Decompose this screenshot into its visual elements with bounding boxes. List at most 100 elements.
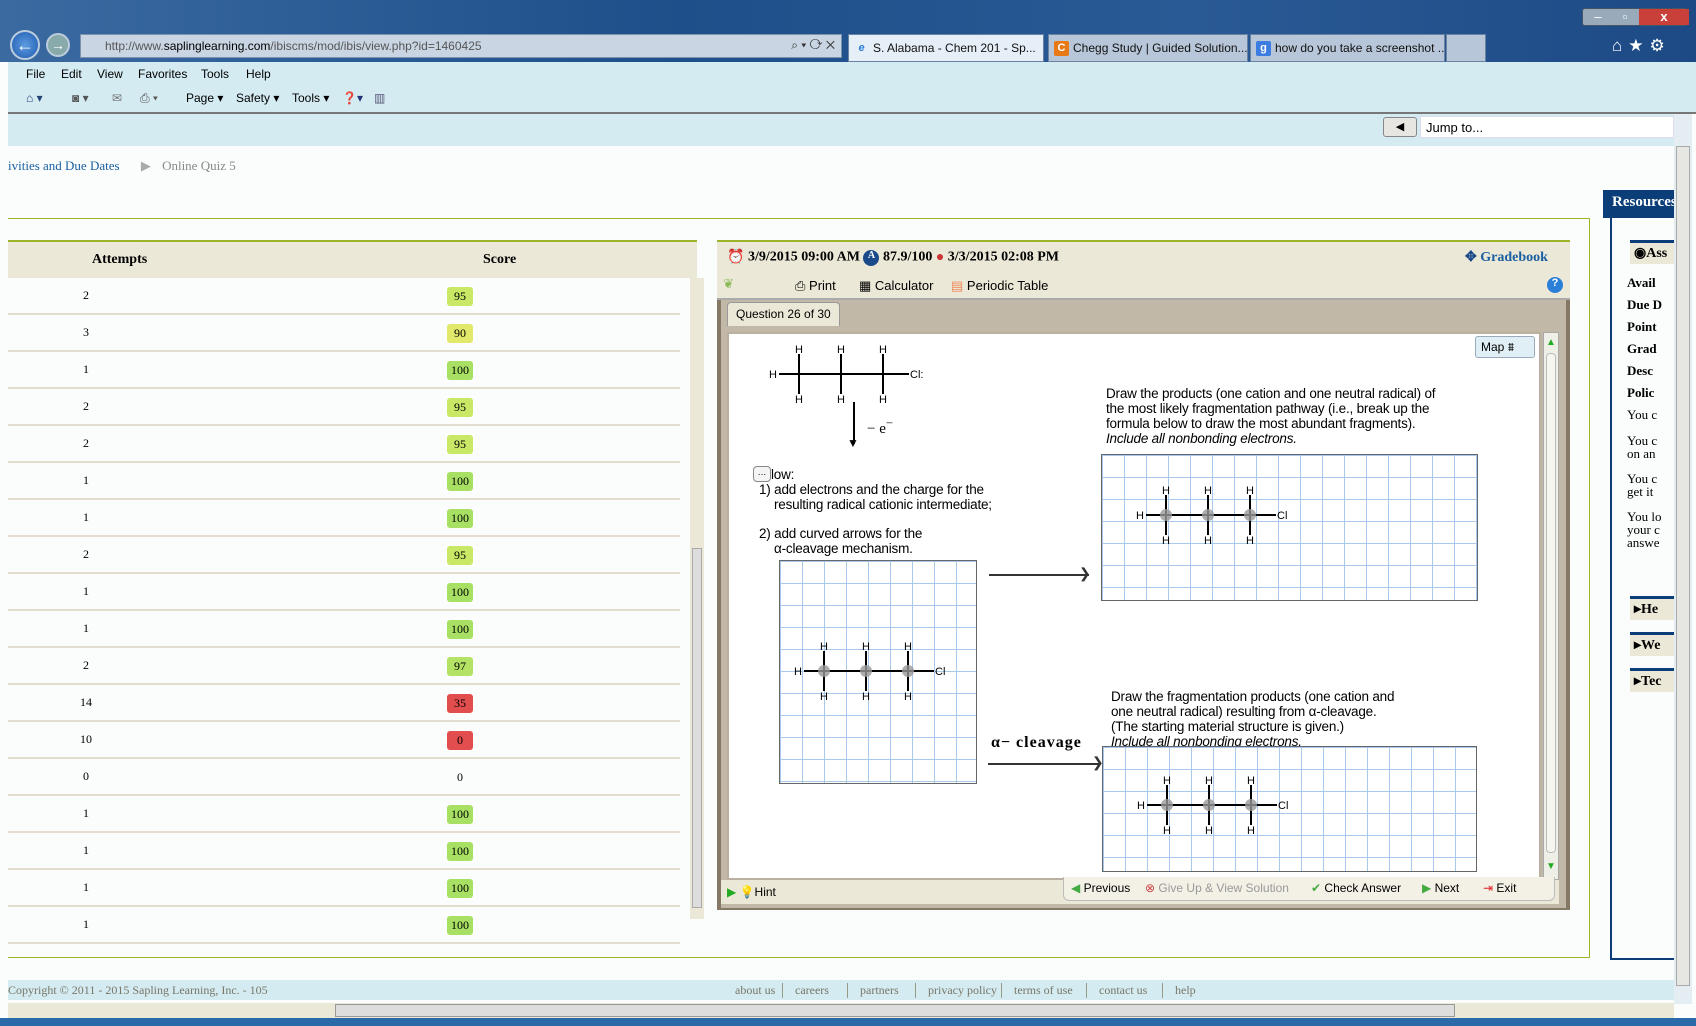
- comment-icon[interactable]: …: [753, 466, 771, 482]
- footer-link[interactable]: careers: [782, 983, 829, 998]
- resource-text: get it: [1627, 485, 1654, 499]
- hydrogen-atom: H: [1204, 535, 1212, 545]
- footer-link[interactable]: terms of use: [1001, 983, 1073, 998]
- footer-link[interactable]: privacy policy: [915, 983, 997, 998]
- menu-tools[interactable]: Tools: [201, 67, 229, 81]
- back-button[interactable]: ←: [10, 30, 40, 60]
- alpha-cleavage-label: α− cleavage: [991, 734, 1082, 751]
- down-arrowhead: ▼: [847, 436, 859, 450]
- minimize-button[interactable]: –: [1583, 9, 1613, 24]
- gradebook-link[interactable]: ✥ Gradebook: [1465, 249, 1548, 266]
- next-icon: ▶: [1422, 881, 1432, 895]
- hydrogen-atom: H: [1136, 510, 1144, 522]
- scroll-thumb[interactable]: [1546, 353, 1556, 853]
- footer-link[interactable]: help: [1162, 983, 1196, 998]
- breadcrumb-current: Online Quiz 5: [162, 158, 236, 173]
- tab-sapling[interactable]: e S. Alabama - Chem 201 - Sp...: [848, 34, 1044, 62]
- score-badge: 95: [447, 546, 473, 565]
- research-icon[interactable]: ▥: [374, 91, 385, 105]
- resource-text: You lo: [1627, 510, 1662, 524]
- scroll-down-icon[interactable]: ▼: [1546, 861, 1556, 872]
- score-badge: 97: [447, 657, 473, 676]
- previous-button[interactable]: ◀ Previous: [1071, 881, 1130, 895]
- table-row: 2 95: [8, 278, 680, 315]
- hint-button[interactable]: ▶ 💡Hint: [727, 885, 776, 899]
- attempts-cell: 14: [80, 695, 92, 709]
- close-button[interactable]: x: [1639, 9, 1689, 25]
- next-button[interactable]: ▶ Next: [1422, 881, 1459, 895]
- feeds-icon[interactable]: ◙ ▾: [72, 91, 89, 105]
- check-answer-button[interactable]: ✔ Check Answer: [1311, 881, 1401, 895]
- lightbulb-icon: 💡: [739, 885, 755, 899]
- menu-edit[interactable]: Edit: [61, 67, 82, 81]
- calculator-button[interactable]: ▦ Calculator: [859, 278, 933, 294]
- score-badge: 100: [447, 916, 473, 935]
- score-badge: 100: [447, 583, 473, 602]
- question-scrollbar[interactable]: ▲ ▼: [1543, 332, 1559, 880]
- tab-chegg[interactable]: C Chegg Study | Guided Solution...: [1048, 34, 1248, 62]
- page-menu[interactable]: Page ▾: [186, 91, 223, 105]
- home-icon[interactable]: ⌂ ▾: [26, 91, 43, 105]
- print-icon[interactable]: ⎙ ▾: [140, 91, 158, 106]
- drawing-canvas-products[interactable]: H H H H H H H Cl: [1101, 454, 1478, 601]
- drawing-canvas-cleavage[interactable]: H H H H H H H Cl: [1102, 746, 1477, 872]
- tab-google[interactable]: g how do you take a screenshot ...: [1250, 34, 1445, 62]
- breadcrumb-activities[interactable]: ivities and Due Dates: [8, 158, 120, 173]
- attempts-cell: 1: [83, 473, 89, 487]
- mail-icon[interactable]: ✉: [112, 91, 122, 105]
- exit-button[interactable]: ⇥ Exit: [1483, 881, 1516, 895]
- resource-section[interactable]: ▸Tec: [1630, 668, 1674, 692]
- jump-back-button[interactable]: ◀: [1383, 117, 1417, 137]
- hscroll-thumb[interactable]: [335, 1004, 1455, 1017]
- safety-menu[interactable]: Safety ▾: [236, 91, 279, 105]
- resource-section[interactable]: ▸He: [1630, 596, 1674, 620]
- resource-label: Desc: [1627, 364, 1653, 378]
- page-scroll-thumb[interactable]: [1676, 146, 1690, 986]
- search-refresh-stop-icons[interactable]: ⌕ ▾ ⟳ ✕: [791, 38, 835, 53]
- give-up-button[interactable]: ⊗ Give Up & View Solution: [1145, 881, 1289, 895]
- print-button[interactable]: ⎙ Print: [795, 278, 836, 294]
- forward-button[interactable]: →: [46, 33, 70, 57]
- molecule: H H H H H H H Cl: [1136, 485, 1287, 545]
- menu-view[interactable]: View: [97, 67, 123, 81]
- tools-menu[interactable]: Tools ▾: [292, 91, 329, 105]
- grade-icon: A: [863, 249, 880, 266]
- section-assignment[interactable]: ◉Ass: [1630, 240, 1674, 264]
- question-tab[interactable]: Question 26 of 30: [727, 302, 840, 326]
- drawing-canvas-intermediate[interactable]: H H H H H H H Cl: [779, 560, 977, 784]
- page-scrollbar[interactable]: [1674, 114, 1692, 1004]
- hydrogen-atom: H: [794, 666, 802, 678]
- quiz-toolbar: ❦ ⎙ Print ▦ Calculator ▤ Periodic Table …: [717, 272, 1570, 300]
- score-badge: 100: [447, 842, 473, 861]
- help-icon[interactable]: ❓▾: [342, 91, 363, 105]
- horizontal-scrollbar[interactable]: [8, 1003, 1674, 1018]
- scroll-thumb[interactable]: [692, 548, 702, 908]
- due-date: 3/9/2015 09:00 AM: [747, 249, 860, 265]
- new-tab-button[interactable]: [1446, 34, 1486, 62]
- resource-section[interactable]: ▸We: [1630, 632, 1674, 656]
- table-row: 1 100: [8, 352, 680, 389]
- jump-to-input[interactable]: Jump to...: [1420, 116, 1674, 138]
- gradebook-icon: ✥: [1465, 250, 1477, 265]
- footer-link[interactable]: contact us: [1086, 983, 1147, 998]
- scroll-up-icon[interactable]: ▲: [1546, 337, 1556, 348]
- address-bar[interactable]: http://www.saplinglearning.com/ibiscms/m…: [80, 34, 842, 58]
- footprint-icon: ●: [935, 249, 945, 265]
- home-favorites-settings-icons[interactable]: ⌂★⚙: [1612, 36, 1671, 56]
- map-button[interactable]: Map ⩩: [1475, 336, 1535, 358]
- check-icon: ✔: [1311, 881, 1322, 895]
- resource-text: on an: [1627, 447, 1656, 461]
- menu-favorites[interactable]: Favorites: [138, 67, 187, 81]
- exit-icon: ⇥: [1483, 881, 1494, 895]
- menu-file[interactable]: File: [26, 67, 45, 81]
- help-icon[interactable]: ?: [1547, 277, 1563, 293]
- table-scrollbar[interactable]: [690, 278, 704, 919]
- footer-link[interactable]: about us: [723, 983, 775, 998]
- resource-text: You c: [1627, 434, 1658, 448]
- scores-table: Attempts Score 2 95 3 90 1 100 2 95 2 95 1 100 1 100 2…: [8, 240, 704, 944]
- footer-link[interactable]: partners: [847, 983, 899, 998]
- restore-button[interactable]: ▫: [1613, 9, 1637, 24]
- periodic-table-button[interactable]: ▤ Periodic Table: [951, 278, 1048, 294]
- menu-help[interactable]: Help: [246, 67, 271, 81]
- bottom-instructions: Draw the fragmentation products (one cat…: [1111, 689, 1395, 749]
